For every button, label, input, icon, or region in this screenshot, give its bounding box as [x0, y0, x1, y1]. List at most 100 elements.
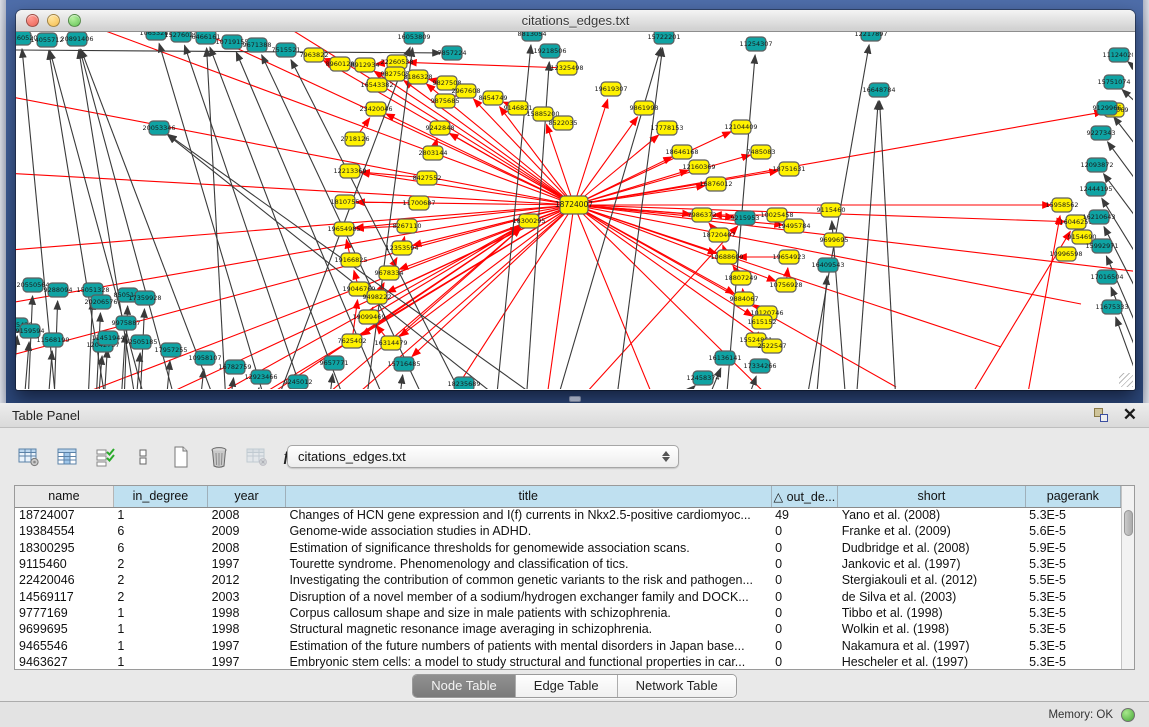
table-row[interactable]: 2242004622012Investigating the contribut…: [15, 572, 1121, 588]
graph-node[interactable]: 9875685: [431, 94, 460, 108]
close-panel-icon[interactable]: ✕: [1123, 407, 1137, 423]
graph-node[interactable]: 9115460: [817, 203, 846, 217]
graph-node[interactable]: 2522547: [758, 339, 787, 353]
graph-node[interactable]: 19166825: [334, 253, 367, 267]
graph-node[interactable]: 9242848: [426, 121, 455, 135]
graph-node[interactable]: 9975887: [112, 316, 141, 330]
graph-node[interactable]: 16409543: [811, 258, 844, 272]
graph-node[interactable]: 12325498: [550, 61, 583, 75]
graph-node[interactable]: 8813054: [518, 32, 547, 41]
graph-node[interactable]: 12093872: [1080, 158, 1113, 172]
graph-node[interactable]: 16648784: [862, 83, 895, 97]
new-table-icon[interactable]: [166, 443, 196, 471]
tab-network-table[interactable]: Network Table: [617, 675, 736, 697]
graph-node[interactable]: 9861998: [630, 101, 659, 115]
graph-node[interactable]: 8522035: [549, 116, 578, 130]
table-row[interactable]: 1830029562008Estimation of significance …: [15, 540, 1121, 556]
graph-node[interactable]: 8186328: [404, 70, 433, 84]
table-row[interactable]: 911546021997Tourette syndrome. Phenomeno…: [15, 556, 1121, 572]
graph-node[interactable]: 12505185: [124, 335, 157, 349]
column-header-name[interactable]: name: [15, 486, 113, 507]
window-resize-grip[interactable]: [1119, 373, 1133, 387]
table-row[interactable]: 1872400712008Changes of HCN gene express…: [15, 507, 1121, 523]
column-header-year[interactable]: year: [208, 486, 286, 507]
graph-node[interactable]: 8427552: [413, 171, 442, 185]
table-source-combobox[interactable]: citations_edges.txt: [287, 445, 679, 468]
graph-node[interactable]: 19218506: [533, 44, 566, 58]
panel-splitter-handle[interactable]: [569, 396, 581, 402]
network-canvas-container[interactable]: 1872400779638228960128891293422260538982…: [16, 32, 1135, 389]
graph-node[interactable]: 12160369: [682, 160, 715, 174]
column-header-pagerank[interactable]: pagerank: [1025, 486, 1120, 507]
graph-node[interactable]: 16053809: [397, 32, 430, 44]
graph-node[interactable]: 18720407: [702, 228, 735, 242]
graph-node[interactable]: 10958107: [188, 351, 221, 365]
table-row[interactable]: 946362711997Embryonic stem cells: a mode…: [15, 654, 1121, 670]
graph-node[interactable]: 2803144: [419, 146, 448, 160]
graph-node[interactable]: 9498222: [363, 290, 392, 304]
graph-node[interactable]: 17334266: [743, 359, 776, 373]
table-row[interactable]: 946554611997Estimation of the future num…: [15, 637, 1121, 653]
graph-node[interactable]: 18646168: [665, 145, 698, 159]
graph-node[interactable]: 12923466: [244, 370, 277, 384]
graph-node[interactable]: 7857224: [438, 46, 467, 60]
row-select-icon[interactable]: [90, 443, 120, 471]
scrollbar-thumb[interactable]: [1124, 510, 1133, 536]
graph-node[interactable]: 2718126: [341, 132, 370, 146]
table-settings-icon[interactable]: [14, 443, 44, 471]
table-row[interactable]: 969969511998Structural magnetic resonanc…: [15, 621, 1121, 637]
graph-node[interactable]: 15958562: [1045, 198, 1078, 212]
window-titlebar[interactable]: citations_edges.txt: [16, 10, 1135, 32]
rows-icon[interactable]: [128, 443, 158, 471]
graph-node[interactable]: 18235689: [447, 377, 480, 389]
column-select-icon[interactable]: [52, 443, 82, 471]
graph-node[interactable]: 9215953: [731, 211, 760, 225]
graph-node[interactable]: 9288094: [44, 283, 73, 297]
graph-node[interactable]: 23420046: [359, 102, 392, 116]
graph-node[interactable]: 7986372: [688, 208, 717, 222]
graph-node[interactable]: 16314479: [374, 336, 407, 350]
delete-table-icon[interactable]: [242, 443, 272, 471]
graph-node[interactable]: 1810755: [331, 195, 360, 209]
graph-node[interactable]: 8454749: [479, 91, 508, 105]
graph-node[interactable]: 17778153: [650, 121, 683, 135]
graph-node[interactable]: 7625402: [338, 334, 367, 348]
float-panel-icon[interactable]: [1093, 407, 1109, 423]
table-row[interactable]: 1938455462009Genome-wide association stu…: [15, 523, 1121, 539]
graph-hub-node[interactable]: 18724007: [555, 196, 593, 214]
graph-node[interactable]: 16136141: [708, 351, 741, 365]
graph-node[interactable]: 9884067: [730, 292, 759, 306]
graph-node[interactable]: 8267110: [393, 219, 422, 233]
graph-node[interactable]: 9245012: [284, 375, 313, 389]
graph-node[interactable]: 7963822: [300, 48, 329, 62]
column-header-short[interactable]: short: [838, 486, 1025, 507]
column-header-in_degree[interactable]: in_degree: [113, 486, 207, 507]
graph-node[interactable]: 15716485: [387, 357, 420, 371]
table-row[interactable]: 977716911998Corpus callosum shape and si…: [15, 605, 1121, 621]
graph-node[interactable]: 19619307: [594, 82, 627, 96]
table-vertical-scrollbar[interactable]: [1121, 486, 1134, 669]
delete-rows-icon[interactable]: [204, 443, 234, 471]
graph-node[interactable]: 9678334: [375, 266, 404, 280]
graph-node[interactable]: 11124020: [1102, 48, 1133, 62]
graph-node[interactable]: 9699695: [820, 233, 849, 247]
graph-node[interactable]: 11675333: [1095, 300, 1128, 314]
graph-node[interactable]: 9657771: [320, 356, 349, 370]
graph-node[interactable]: 12444195: [1079, 182, 1112, 196]
column-header-title[interactable]: title: [285, 486, 771, 507]
graph-node[interactable]: 15722201: [647, 32, 680, 44]
graph-node[interactable]: 9671388: [243, 38, 272, 52]
graph-node[interactable]: 11254307: [739, 37, 772, 51]
tab-node-table[interactable]: Node Table: [413, 675, 515, 697]
tab-edge-table[interactable]: Edge Table: [515, 675, 617, 697]
graph-node[interactable]: 20891406: [60, 32, 93, 46]
graph-node[interactable]: 18751631: [772, 162, 805, 176]
graph-node[interactable]: 7515521: [272, 43, 301, 57]
memory-status-indicator[interactable]: [1121, 708, 1135, 722]
graph-node[interactable]: 15751074: [1097, 75, 1130, 89]
table-row[interactable]: 1456911722003Disruption of a novel membe…: [15, 588, 1121, 604]
graph-node[interactable]: 9129966: [1093, 101, 1122, 115]
graph-node[interactable]: 8912934: [351, 58, 380, 72]
graph-node[interactable]: 11700687: [402, 196, 435, 210]
graph-node[interactable]: 9227343: [1087, 126, 1116, 140]
